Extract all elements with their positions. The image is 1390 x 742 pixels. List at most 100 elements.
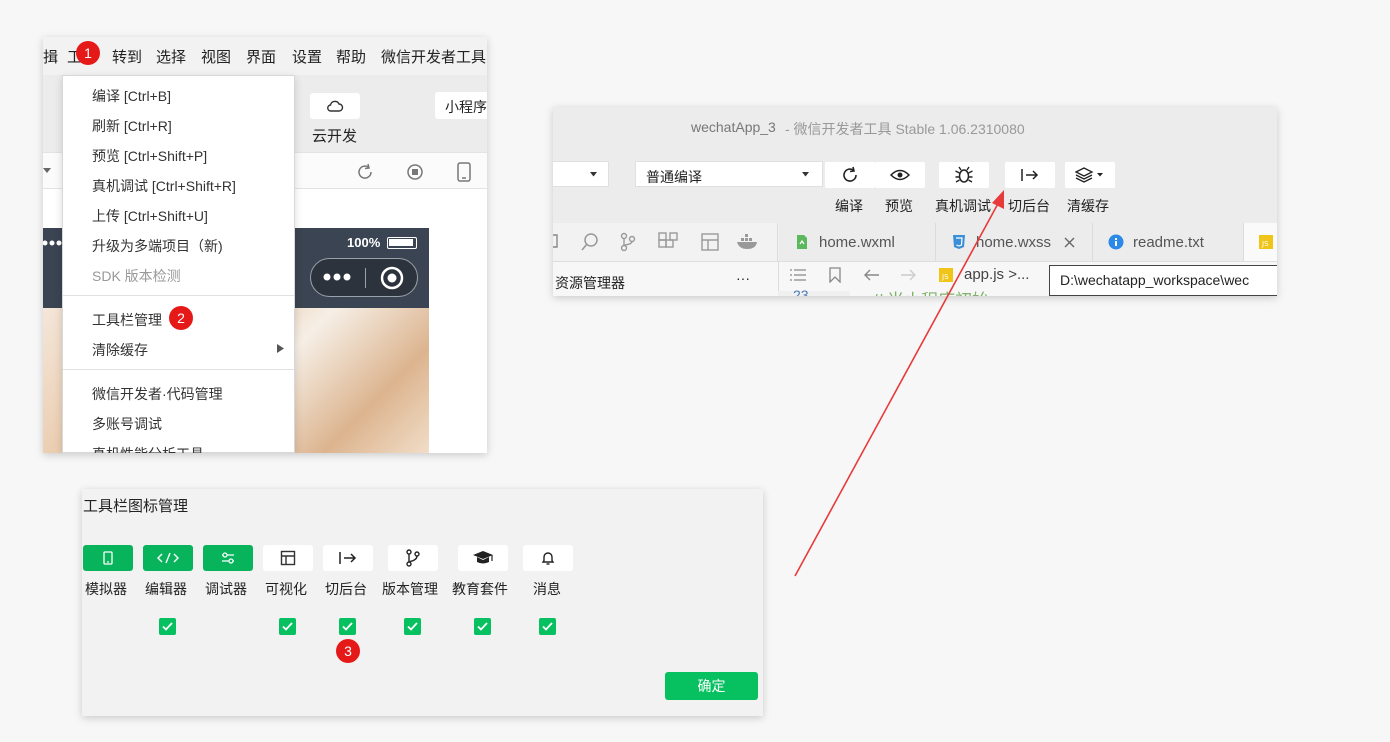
- menu-item-multi-account-debug[interactable]: 多账号调试: [92, 414, 162, 434]
- menu-item-toolbar-management[interactable]: 工具栏管理: [92, 310, 162, 330]
- menu-item-refresh[interactable]: 刷新 [Ctrl+R]: [92, 116, 172, 136]
- arrow-right-icon[interactable]: [900, 269, 916, 281]
- menu-edit[interactable]: 揖: [43, 46, 58, 67]
- menu-bar: 揖 工 转到 选择 视图 界面 设置 帮助 微信开发者工具: [43, 37, 487, 75]
- tab-label: home.wxml: [819, 233, 895, 251]
- git-branch-icon[interactable]: [619, 232, 637, 252]
- menu-select[interactable]: 选择: [156, 46, 186, 67]
- clear-cache-button[interactable]: [1065, 162, 1115, 188]
- simulator-toggle[interactable]: [83, 545, 133, 571]
- menu-item-upgrade-multi[interactable]: 升级为多端项目（新): [92, 236, 223, 256]
- menu-item-compile[interactable]: 编译 [Ctrl+B]: [92, 86, 171, 106]
- close-circle-icon[interactable]: [380, 266, 404, 290]
- toolbar-icon-management-dialog: 工具栏图标管理 模拟器 编辑器 调试器 可视化 切后台 版本管理 教育套件 消息…: [82, 489, 763, 716]
- menu-item-preview[interactable]: 预览 [Ctrl+Shift+P]: [92, 146, 207, 166]
- docker-icon[interactable]: [736, 233, 760, 251]
- more-dots-icon[interactable]: [323, 273, 351, 281]
- version-control-toggle[interactable]: [388, 545, 438, 571]
- gutter: [778, 291, 850, 296]
- layout-icon[interactable]: [700, 233, 720, 251]
- message-label: 消息: [533, 581, 561, 597]
- menu-item-upload[interactable]: 上传 [Ctrl+Shift+U]: [92, 206, 208, 226]
- bookmark-icon[interactable]: [829, 267, 841, 283]
- arrow-left-icon[interactable]: [864, 269, 880, 281]
- simulator-checkbox[interactable]: [159, 618, 176, 635]
- stop-icon[interactable]: [406, 163, 424, 181]
- mode-select[interactable]: [553, 161, 609, 187]
- bell-icon: [541, 552, 555, 565]
- files-icon[interactable]: [553, 233, 559, 249]
- mini-program-select[interactable]: 小程序: [435, 92, 487, 119]
- compile-button[interactable]: [825, 162, 875, 188]
- education-suite-toggle[interactable]: [458, 545, 508, 571]
- breadcrumb[interactable]: app.js >...: [964, 266, 1029, 283]
- sliders-icon: [222, 552, 234, 564]
- tab-readme-txt[interactable]: readme.txt: [1093, 223, 1244, 261]
- refresh-icon[interactable]: [356, 163, 374, 181]
- phone-icon[interactable]: [457, 162, 471, 182]
- signal-dots-icon: [43, 240, 62, 246]
- list-icon[interactable]: [789, 268, 807, 282]
- css-file-icon: [953, 235, 965, 249]
- version-control-checkbox[interactable]: [404, 618, 421, 635]
- preview-button[interactable]: [875, 162, 925, 188]
- check-icon: [542, 622, 553, 631]
- switch-background-toggle[interactable]: [323, 545, 373, 571]
- editor-toggle[interactable]: [143, 545, 193, 571]
- menu-goto[interactable]: 转到: [112, 46, 142, 67]
- confirm-button[interactable]: 确定: [665, 672, 758, 700]
- battery-percent: 100%: [347, 235, 381, 250]
- step-badge-2: 2: [169, 306, 193, 330]
- real-device-debug-label: 真机调试: [935, 198, 991, 214]
- step-badge-3: 3: [336, 639, 360, 663]
- education-suite-checkbox[interactable]: [474, 618, 491, 635]
- dialog-title: 工具栏图标管理: [83, 498, 189, 515]
- simulator-label: 模拟器: [85, 581, 127, 597]
- menu-divider: [63, 369, 294, 370]
- check-icon: [282, 622, 293, 631]
- menu-item-clear-cache[interactable]: 清除缓存: [92, 340, 148, 360]
- debugger-toggle[interactable]: [203, 545, 253, 571]
- visual-checkbox[interactable]: [279, 618, 296, 635]
- menu-view[interactable]: 视图: [201, 46, 231, 67]
- tools-menu-screenshot: 揖 工 转到 选择 视图 界面 设置 帮助 微信开发者工具 1 云开发 小程序 …: [43, 37, 487, 453]
- capsule-button[interactable]: [310, 258, 418, 297]
- close-icon[interactable]: [1064, 237, 1075, 248]
- check-icon: [162, 622, 173, 631]
- menu-interface[interactable]: 界面: [246, 46, 276, 67]
- switch-background-checkbox[interactable]: [339, 618, 356, 635]
- submenu-arrow-icon: [277, 344, 284, 353]
- editor-label: 编辑器: [145, 581, 187, 597]
- tab-app-js[interactable]: JS: [1244, 223, 1277, 261]
- caret-down-icon[interactable]: [43, 168, 51, 174]
- activity-bar: [553, 223, 778, 261]
- editor-tab-strip: home.wxml home.wxss readme.txt JS: [553, 223, 1277, 261]
- search-icon[interactable]: [580, 232, 600, 252]
- extensions-icon[interactable]: [658, 232, 680, 252]
- compile-mode-select[interactable]: 普通编译: [635, 161, 823, 187]
- tab-home-wxss[interactable]: home.wxss: [936, 223, 1093, 261]
- graduation-cap-icon: [473, 551, 493, 564]
- menu-item-performance-tool[interactable]: 真机性能分析工具: [92, 444, 204, 453]
- layers-icon: [1075, 167, 1103, 183]
- code-comment: // 当小程序初始: [873, 286, 989, 296]
- cloud-dev-button[interactable]: [310, 93, 360, 119]
- menu-help[interactable]: 帮助: [336, 46, 366, 67]
- phone-icon: [103, 551, 113, 565]
- message-checkbox[interactable]: [539, 618, 556, 635]
- explorer-more-button[interactable]: ···: [736, 270, 750, 286]
- compile-mode-value: 普通编译: [646, 169, 702, 185]
- menu-wechat-devtools[interactable]: 微信开发者工具: [381, 46, 486, 67]
- tab-label: home.wxss: [976, 233, 1052, 251]
- message-toggle[interactable]: [523, 545, 573, 571]
- wxml-file-icon: [797, 235, 807, 249]
- menu-item-code-management[interactable]: 微信开发者·代码管理: [92, 384, 223, 404]
- tools-dropdown-menu: 编译 [Ctrl+B] 刷新 [Ctrl+R] 预览 [Ctrl+Shift+P…: [62, 75, 295, 453]
- menu-item-real-device-debug[interactable]: 真机调试 [Ctrl+Shift+R]: [92, 176, 236, 196]
- compile-label: 编译: [835, 198, 863, 214]
- real-device-debug-button[interactable]: [939, 162, 989, 188]
- switch-background-button[interactable]: [1005, 162, 1055, 188]
- menu-settings[interactable]: 设置: [292, 46, 322, 67]
- visual-toggle[interactable]: [263, 545, 313, 571]
- tab-home-wxml[interactable]: home.wxml: [779, 223, 936, 261]
